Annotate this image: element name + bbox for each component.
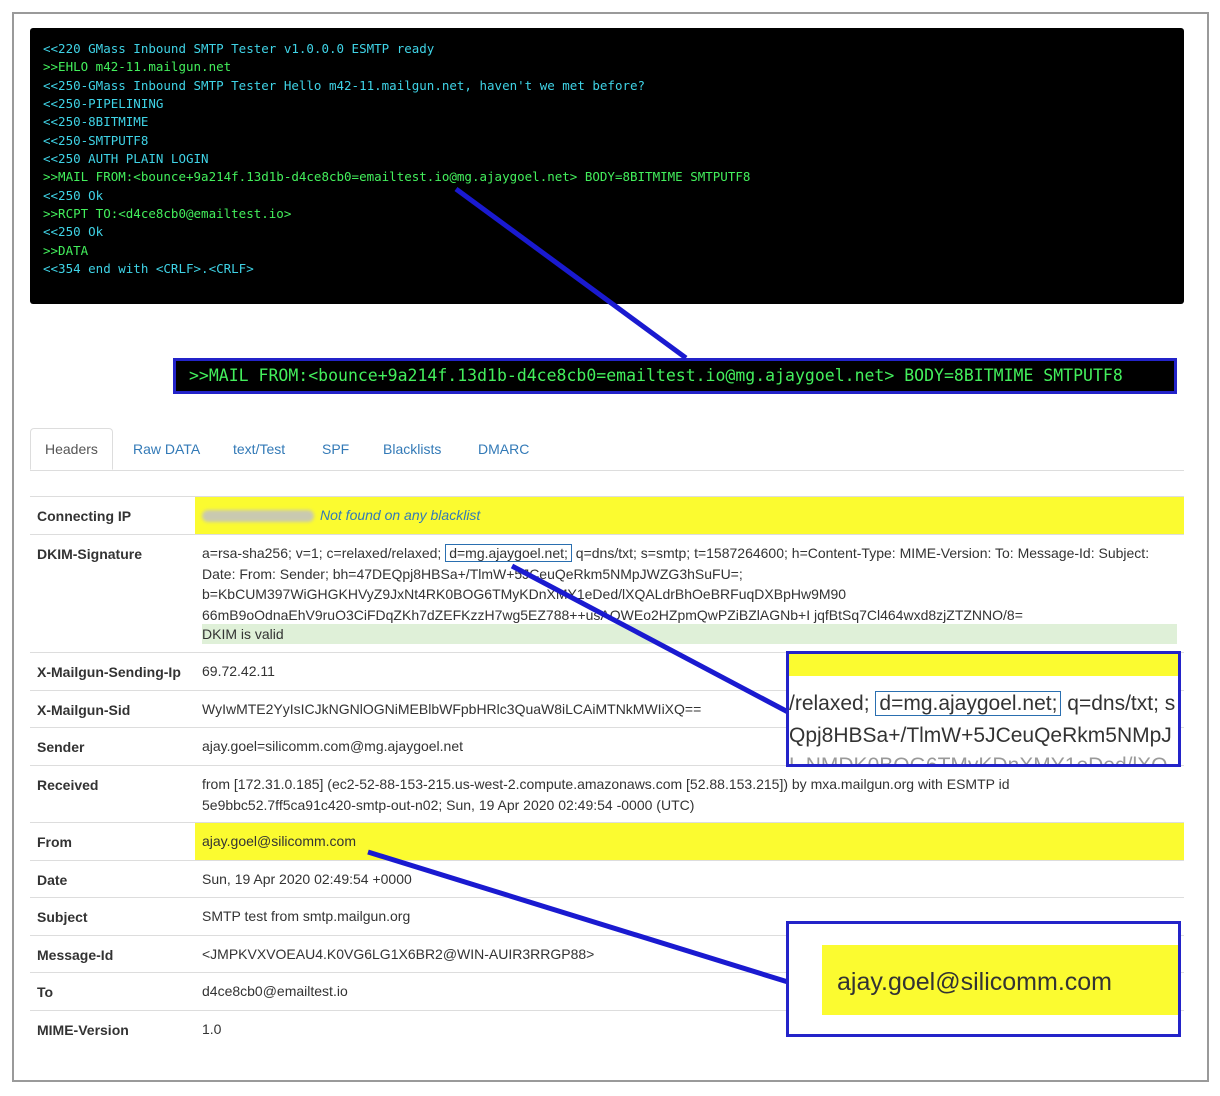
row-divider <box>30 897 1184 898</box>
zoom-dkim-line2: Qpj8HBSa+/TlmW+5JCeuQeRkm5NMpJ <box>789 724 1172 747</box>
terminal-line: <<250-8BITMIME <box>43 114 149 129</box>
redacted-ip <box>202 510 314 523</box>
terminal-line: <<354 end with <CRLF>.<CRLF> <box>43 261 254 276</box>
label-message-id: Message-Id <box>37 947 114 963</box>
label-sending-ip: X-Mailgun-Sending-Ip <box>37 664 181 680</box>
label-from: From <box>37 834 72 850</box>
tab-spf[interactable]: SPF <box>322 428 349 470</box>
label-connecting-ip: Connecting IP <box>37 508 132 524</box>
value-mime-version: 1.0 <box>202 1021 222 1037</box>
value-received-line2: 5e9bbc52.7ff5ca91c420-smtp-out-n02; Sun,… <box>202 796 695 813</box>
zoom-dkim-line1: /relaxed; d=mg.ajaygoel.net; q=dns/txt; … <box>789 691 1176 716</box>
dkim-text: a=rsa-sha256; v=1; c=relaxed/relaxed; <box>202 545 446 561</box>
tab-headers[interactable]: Headers <box>30 428 113 470</box>
dkim-text: q=dns/txt; s=smtp; t=1587264600; h=Conte… <box>571 545 1150 561</box>
terminal-line: <<250-SMTPUTF8 <box>43 132 149 148</box>
label-date: Date <box>37 872 68 888</box>
value-dkim-line4: 66mB9oOdnaEhV9ruO3CiFDqZKh7dZEFKzzH7wg5E… <box>202 606 1023 623</box>
terminal-line: >>DATA <box>43 242 89 258</box>
value-to: d4ce8cb0@emailtest.io <box>202 983 348 999</box>
row-divider <box>30 534 1184 535</box>
tab-raw-data[interactable]: Raw DATA <box>133 428 200 470</box>
terminal-line: <<220 GMass Inbound SMTP Tester v1.0.0.0… <box>43 41 435 56</box>
value-dkim-line2: Date: From: Sender; bh=47DEQpj8HBSa+/Tlm… <box>202 565 743 582</box>
zoom-dkim-line3: L NMDK0BOG6TMyKDnXMY1eDed/lXQ <box>789 754 1168 767</box>
dkim-valid-badge: DKIM is valid <box>202 624 1177 644</box>
terminal-line: <<250 Ok <box>43 187 104 203</box>
blacklist-status: Not found on any blacklist <box>320 507 481 523</box>
label-subject: Subject <box>37 909 88 925</box>
value-sending-ip: 69.72.42.11 <box>202 663 275 679</box>
label-to: To <box>37 984 54 1000</box>
terminal-line: <<250 Ok <box>43 224 104 239</box>
zoom-text: q=dns/txt; s <box>1061 692 1176 715</box>
terminal-line: >>MAIL FROM:<bounce+9a214f.13d1b-d4ce8cb… <box>43 169 751 184</box>
terminal-line: <<250 AUTH PLAIN LOGIN <box>43 151 209 166</box>
smtp-terminal: <<220 GMass Inbound SMTP Tester v1.0.0.0… <box>30 28 1184 304</box>
label-mime-version: MIME-Version <box>37 1022 129 1038</box>
mail-from-callout: >>MAIL FROM:<bounce+9a214f.13d1b-d4ce8cb… <box>173 358 1177 394</box>
tab-blacklists[interactable]: Blacklists <box>383 428 441 470</box>
value-date: Sun, 19 Apr 2020 02:49:54 +0000 <box>202 871 412 887</box>
zoom-from-value: ajay.goel@silicomm.com <box>837 968 1112 996</box>
value-subject: SMTP test from smtp.mailgun.org <box>202 908 411 924</box>
dkim-domain-mark: d=mg.ajaygoel.net; <box>445 544 572 562</box>
zoom-dkim-domain-mark: d=mg.ajaygoel.net; <box>875 691 1062 716</box>
zoom-highlight-bar <box>789 654 1178 676</box>
terminal-line: <<250-PIPELINING <box>43 96 164 111</box>
terminal-line: >>EHLO m42-11.mailgun.net <box>43 59 232 74</box>
value-message-id: <JMPKVXVOEAU4.K0VG6LG1X6BR2@WIN-AUIR3RRG… <box>202 946 595 962</box>
value-received-line1: from [172.31.0.185] (ec2-52-88-153-215.u… <box>202 776 1010 792</box>
terminal-line: >>RCPT TO:<d4ce8cb0@emailtest.io> <box>43 206 292 221</box>
tab-bar: Headers Raw DATA text/Test SPF Blacklist… <box>30 428 1184 471</box>
tab-text-test[interactable]: text/Test <box>233 428 285 470</box>
value-dkim-line3: b=KbCUM397WiGHGKHVyZ9JxNt4RK0BOG6TMyKDnX… <box>202 586 847 602</box>
dkim-zoom-callout: /relaxed; d=mg.ajaygoel.net; q=dns/txt; … <box>786 651 1181 767</box>
zoom-text: /relaxed; <box>789 692 876 715</box>
value-mailgun-sid: WyIwMTE2YyIsICJkNGNlOGNiMEBlbWFpbHRlc3Qu… <box>202 701 702 717</box>
label-dkim-signature: DKIM-Signature <box>37 546 142 562</box>
label-sender: Sender <box>37 739 85 755</box>
value-dkim-line1: a=rsa-sha256; v=1; c=relaxed/relaxed; d=… <box>202 543 1149 564</box>
value-sender: ajay.goel=silicomm.com@mg.ajaygoel.net <box>202 738 464 754</box>
from-zoom-callout: ajay.goel@silicomm.com <box>786 921 1181 1037</box>
value-from: ajay.goel@silicomm.com <box>202 833 356 849</box>
label-mailgun-sid: X-Mailgun-Sid <box>37 702 131 718</box>
terminal-line: <<250-GMass Inbound SMTP Tester Hello m4… <box>43 77 646 93</box>
tab-dmarc[interactable]: DMARC <box>478 428 529 470</box>
label-received: Received <box>37 777 99 793</box>
value-connecting-ip: Not found on any blacklist <box>202 505 480 526</box>
row-divider <box>30 860 1184 861</box>
